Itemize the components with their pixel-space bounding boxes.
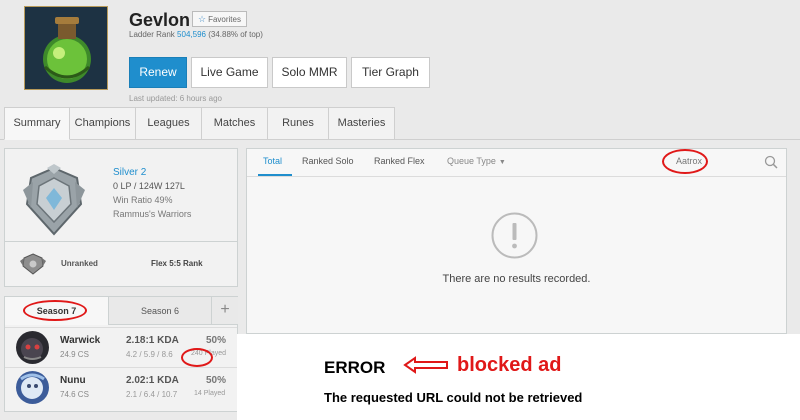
tab-ranked-flex[interactable]: Ranked Flex: [374, 156, 425, 166]
champion-name: Nunu: [60, 375, 86, 386]
tab-runes[interactable]: Runes: [268, 107, 329, 140]
tab-summary[interactable]: Summary: [4, 107, 70, 140]
champion-name: Warwick: [60, 335, 101, 346]
error-message: The requested URL could not be retrieved: [324, 390, 583, 405]
champion-row[interactable]: Warwick 24.9 CS 2.18:1 KDA 4.2 / 5.9 / 8…: [5, 327, 237, 365]
ladder-rank: Ladder Rank 504,596 (34.88% of top): [129, 30, 263, 39]
tab-champions[interactable]: Champions: [70, 107, 136, 140]
caret-down-icon: ▼: [498, 159, 506, 166]
champion-search-input[interactable]: Aatrox: [670, 155, 782, 171]
blocked-ad-error: ERROR blocked ad The requested URL could…: [237, 334, 800, 420]
silver-emblem-icon: [19, 164, 89, 239]
rank-panel: Silver 2 0 LP / 124W 127L Win Ratio 49% …: [4, 148, 238, 287]
champion-kda-detail: 4.2 / 5.9 / 8.6: [126, 350, 173, 359]
add-season-button[interactable]: +: [211, 297, 238, 325]
unranked-emblem-icon: [19, 252, 47, 276]
rank-lp: 0 LP / 124W 127L: [113, 181, 185, 191]
rank-win-ratio: Win Ratio 49%: [113, 195, 173, 205]
last-updated: Last updated: 6 hours ago: [129, 94, 222, 103]
match-results-panel: Total Ranked Solo Ranked Flex Queue Type…: [246, 148, 787, 334]
favorites-button[interactable]: ☆ Favorites: [192, 11, 247, 27]
nunu-icon: [16, 371, 49, 404]
champion-kda: 2.18:1 KDA: [126, 335, 179, 346]
champion-row[interactable]: Nunu 74.6 CS 2.02:1 KDA 2.1 / 6.4 / 10.7…: [5, 367, 237, 405]
search-icon[interactable]: [764, 155, 778, 169]
champion-played: 14 Played: [194, 390, 226, 397]
tab-total[interactable]: Total: [263, 156, 282, 166]
tier-graph-button[interactable]: Tier Graph: [351, 57, 430, 88]
flex-rank-label: Flex 5:5 Rank: [151, 259, 203, 268]
profile-tabs: Summary Champions Leagues Matches Runes …: [4, 107, 395, 140]
favorites-label: Favorites: [208, 15, 241, 24]
season-champions-panel: Season 7 Season 6 + Warwick 24.9 CS 2.18…: [4, 296, 238, 412]
tab-masteries[interactable]: Masteries: [329, 107, 395, 140]
tab-leagues[interactable]: Leagues: [136, 107, 202, 140]
champion-winrate: 50%: [206, 335, 227, 346]
warwick-icon: [16, 331, 49, 364]
profile-header: Gevlon ☆ Favorites Ladder Rank 504,596 (3…: [0, 0, 800, 107]
empty-results-message: There are no results recorded.: [442, 273, 591, 285]
blocked-ad-annotation: blocked ad: [457, 354, 562, 376]
live-game-button[interactable]: Live Game: [191, 57, 268, 88]
error-title: ERROR: [324, 358, 386, 377]
left-arrow-icon: [403, 356, 448, 374]
rank-divider: [5, 241, 237, 242]
queue-type-dropdown[interactable]: Queue Type ▼: [447, 156, 506, 166]
match-filter-tabs: Total Ranked Solo Ranked Flex Queue Type…: [247, 149, 786, 177]
queue-type-label: Queue Type: [447, 156, 496, 166]
champion-search-value: Aatrox: [676, 156, 703, 166]
summoner-name: Gevlon: [129, 10, 191, 30]
profile-icon: [24, 6, 108, 90]
rank-tier[interactable]: Silver 2: [113, 167, 146, 178]
champion-played: 240 Played: [191, 350, 227, 357]
active-tab-indicator: [258, 174, 292, 176]
renew-button[interactable]: Renew: [129, 57, 187, 88]
star-icon: ☆: [198, 14, 207, 24]
tab-season-6[interactable]: Season 6: [108, 297, 211, 325]
rank-league-name: Rammus's Warriors: [113, 209, 192, 219]
champion-cs: 74.6 CS: [60, 390, 89, 399]
exclamation-icon: [491, 212, 538, 259]
solo-mmr-button[interactable]: Solo MMR: [272, 57, 347, 88]
champion-kda: 2.02:1 KDA: [126, 375, 179, 386]
ladder-percentile: (34.88% of top): [208, 30, 263, 39]
ladder-label: Ladder Rank: [129, 30, 175, 39]
flex-rank-status: Unranked: [61, 259, 98, 268]
champion-kda-detail: 2.1 / 6.4 / 10.7: [126, 390, 178, 399]
ladder-rank-value[interactable]: 504,596: [177, 30, 206, 39]
tab-season-7[interactable]: Season 7: [5, 297, 108, 325]
tab-ranked-solo[interactable]: Ranked Solo: [302, 156, 354, 166]
tab-matches[interactable]: Matches: [202, 107, 268, 140]
champion-winrate: 50%: [206, 375, 227, 386]
champion-cs: 24.9 CS: [60, 350, 89, 359]
